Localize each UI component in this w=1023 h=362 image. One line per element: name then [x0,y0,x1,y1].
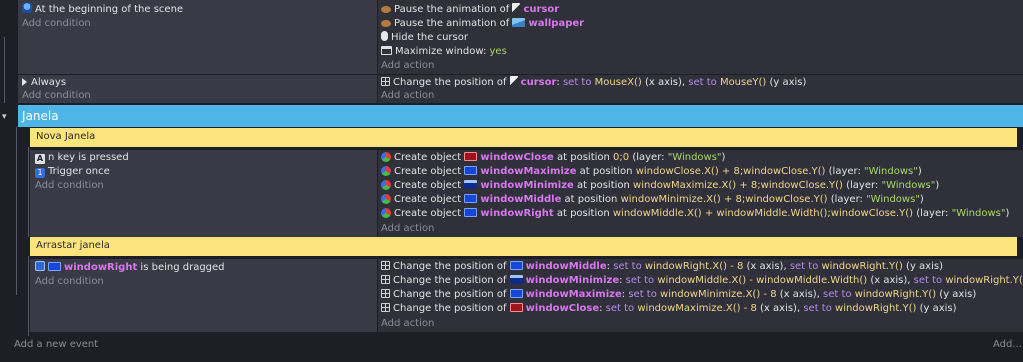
animation-icon [381,20,391,27]
trigger-once-icon: 1 [35,168,45,178]
condition-scene-start[interactable]: At the beginning of the scene [22,3,183,17]
window-close-object-icon [464,152,478,161]
tree-line [28,256,29,336]
create-object-icon [381,180,391,190]
condition-key-pressed[interactable]: An key is pressed [35,151,129,165]
position-icon [381,275,390,284]
add-condition-link[interactable]: Add condition [35,275,104,289]
add-condition-link[interactable]: Add condition [22,89,91,103]
cursor-object-icon [512,3,521,13]
add-condition-link[interactable]: Add condition [22,17,91,31]
event-always-conditions[interactable]: Always Add condition [18,75,377,103]
add-action-link[interactable]: Add action [381,59,434,73]
position-icon [381,303,390,312]
group-janela-arrow[interactable]: ▾ [2,112,12,122]
create-object-icon [381,208,391,218]
event-drag-actions[interactable]: Change the position of windowMiddle: set… [378,259,1023,332]
add-new-event-link[interactable]: Add a new event [14,338,98,352]
scene-icon [22,3,32,13]
window-close-object-icon [509,303,523,312]
condition-trigger-once[interactable]: 1 Trigger once [35,165,110,179]
position-icon [381,261,390,270]
group-title: Janela [22,109,59,123]
add-more-button[interactable]: Add... [993,338,1022,352]
window-minimize-object-icon [509,275,523,284]
tree-line [4,37,5,103]
window-right-object-icon [48,262,61,271]
tree-line [16,127,17,295]
action-change-position[interactable]: Change the position of windowMiddle: set… [381,260,943,274]
window-middle-object-icon [509,261,523,270]
position-icon [381,289,390,298]
event-nova-actions[interactable]: Create object windowClose at position 0;… [378,150,1023,237]
action-pause-wallpaper[interactable]: Pause the animation of wallpaper [381,17,584,31]
condition-being-dragged[interactable]: windowRight is being dragged [35,261,225,275]
window-icon [381,46,392,55]
event-scene-start-actions[interactable]: Pause the animation of cursor Pause the … [378,0,1023,74]
create-object-icon [381,166,391,176]
action-maximize-window[interactable]: Maximize window: yes [381,45,507,59]
create-object-icon [381,194,391,204]
action-create-object[interactable]: Create object windowClose at position 0;… [381,151,725,165]
group-janela[interactable]: Janela [18,105,1023,127]
event-nova-conditions[interactable]: An key is pressed 1 Trigger once Add cond… [30,150,377,237]
play-icon [22,78,27,86]
action-change-position[interactable]: Change the position of windowMinimize: s… [381,274,1023,288]
window-maximize-object-icon [509,289,523,298]
create-object-icon [381,152,391,162]
comment-nova-janela[interactable]: Nova Janela [30,128,1017,147]
cursor-object-icon [509,76,518,86]
mouse-icon [381,31,388,41]
add-condition-link[interactable]: Add condition [35,179,104,193]
position-icon [381,77,390,86]
wallpaper-object-icon [512,18,526,27]
action-create-object[interactable]: Create object windowMiddle at position w… [381,193,924,207]
animation-icon [381,6,391,13]
window-maximize-object-icon [464,166,478,175]
window-middle-object-icon [464,194,478,203]
add-action-link[interactable]: Add action [381,222,434,236]
add-action-link[interactable]: Add action [381,317,434,331]
tree-line [28,147,29,237]
comment-arrastar-janela[interactable]: Arrastar janela [30,237,1017,256]
action-create-object[interactable]: Create object windowMinimize at position… [381,179,939,193]
condition-always[interactable]: Always [22,76,66,90]
window-minimize-object-icon [464,180,478,189]
window-right-object-icon [464,208,478,217]
action-create-object[interactable]: Create object windowMaximize at position… [381,165,922,179]
action-change-position[interactable]: Change the position of windowMaximize: s… [381,288,976,302]
action-create-object[interactable]: Create object windowRight at position wi… [381,207,1009,221]
event-scene-start-conditions[interactable]: At the beginning of the scene Add condit… [18,0,377,74]
event-drag-conditions[interactable]: windowRight is being dragged Add conditi… [30,259,377,332]
action-change-position[interactable]: Change the position of windowClose: set … [381,302,957,316]
event-always-actions[interactable]: Change the position of cursor: set to Mo… [378,75,1023,103]
drag-icon [35,261,45,271]
action-hide-cursor[interactable]: Hide the cursor [381,31,468,45]
action-pause-cursor[interactable]: Pause the animation of cursor [381,3,559,17]
add-action-link[interactable]: Add action [381,89,434,103]
keyboard-icon: A [35,154,45,164]
action-position-cursor[interactable]: Change the position of cursor: set to Mo… [381,76,806,90]
